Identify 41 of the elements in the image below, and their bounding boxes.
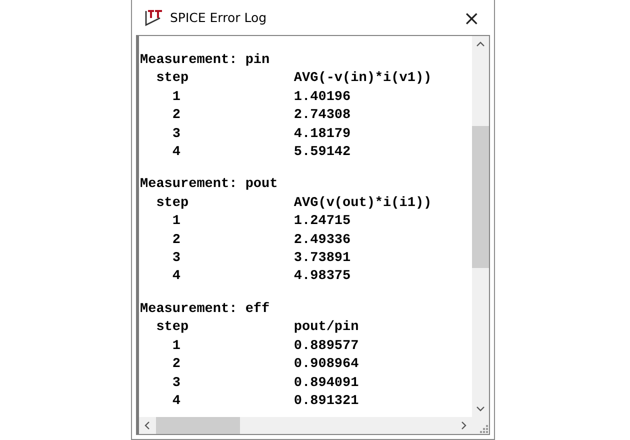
measurement-value: 4.18179 [294,126,351,144]
measurement-value: 5.59142 [294,144,351,162]
measurement-value: 0.891321 [294,392,359,411]
measurement-value: 2.49336 [294,232,351,250]
measurement-value: 2.74308 [294,107,351,126]
step-number: 2 [172,232,180,248]
scrollbar-thumb[interactable] [472,126,489,268]
resize-grip-icon[interactable] [479,424,489,434]
measurement-value: 1.40196 [294,88,351,107]
value-header: AVG(v(out)*i(i1)) [294,194,432,213]
step-number: 3 [172,126,180,142]
vertical-scrollbar[interactable] [472,36,489,417]
measurement-value: 0.908964 [294,356,359,374]
scrollbar-thumb[interactable] [156,417,240,434]
step-number: 2 [172,357,180,372]
measurement-value: 1.24715 [294,213,351,232]
value-header: pout/pin [294,319,359,338]
step-number: 1 [172,338,180,354]
close-button[interactable]: × [459,8,484,28]
measurement-value: 0.889577 [294,338,359,356]
measurement-heading: Measurement: eff [140,300,270,319]
measurement-value: 3.73891 [294,250,351,268]
step-header: step [156,196,189,211]
step-number: 4 [172,394,180,409]
step-number: 4 [172,145,180,160]
value-header: AVG(-v(in)*i(v1)) [294,70,432,88]
step-number: 3 [172,376,180,390]
app-logo-icon [144,8,164,26]
step-header: step [156,320,189,336]
measurement-value: 0.894091 [294,374,359,392]
measurement-value: 4.98375 [294,268,351,286]
step-header: step [156,71,189,86]
window-title: SPICE Error Log [170,10,268,25]
step-number: 1 [172,214,180,230]
horizontal-scrollbar[interactable] [139,417,472,434]
step-number: 3 [172,251,180,266]
step-number: 4 [172,269,180,284]
step-number: 2 [172,108,180,124]
measurement-heading: Measurement: pin [140,52,270,70]
step-number: 1 [172,90,180,105]
measurement-heading: Measurement: pout [140,176,278,194]
